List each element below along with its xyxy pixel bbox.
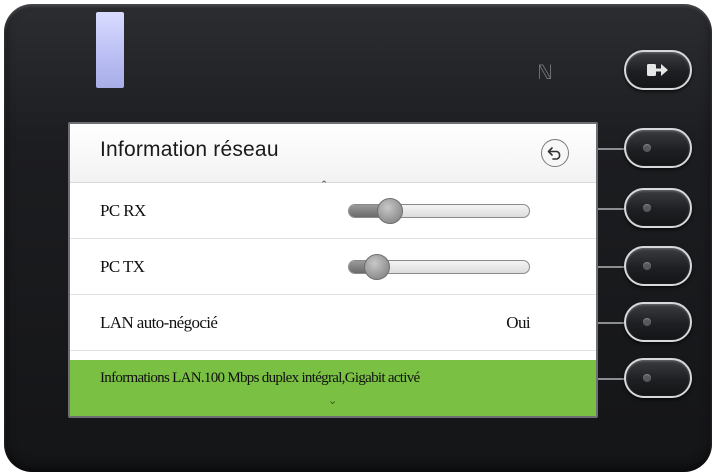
phone-device: ℕ Information réseau ˆ PC RX PC TX LAN a… bbox=[4, 4, 712, 472]
key-dot bbox=[643, 144, 651, 152]
slider-thumb[interactable] bbox=[377, 198, 403, 224]
soft-key-row-2[interactable] bbox=[624, 246, 692, 286]
soft-key-row-3[interactable] bbox=[624, 302, 692, 342]
key-dot bbox=[643, 374, 651, 382]
pc-rx-slider[interactable] bbox=[348, 198, 530, 224]
logout-icon bbox=[647, 64, 668, 76]
nfc-icon: ℕ bbox=[536, 60, 553, 84]
status-led bbox=[96, 12, 124, 88]
soft-key-back[interactable] bbox=[624, 128, 692, 168]
row-value: Oui bbox=[506, 313, 530, 332]
back-arrow-icon bbox=[547, 147, 561, 160]
list-item-pc-tx[interactable]: PC TX bbox=[70, 240, 596, 295]
info-text: Informations LAN.100 Mbps duplex intégra… bbox=[100, 370, 420, 386]
soft-key-row-4[interactable] bbox=[624, 358, 692, 398]
key-dot bbox=[643, 318, 651, 326]
key-dot bbox=[643, 262, 651, 270]
pc-tx-slider[interactable] bbox=[348, 254, 530, 280]
back-button[interactable] bbox=[541, 139, 569, 167]
row-label: PC TX bbox=[100, 257, 145, 276]
soft-key-row-1[interactable] bbox=[624, 188, 692, 228]
row-label: LAN auto-négocié bbox=[100, 313, 218, 332]
row-label: PC RX bbox=[100, 201, 146, 220]
logout-key[interactable] bbox=[624, 50, 692, 90]
screen-header: Information réseau bbox=[70, 124, 596, 183]
slider-thumb[interactable] bbox=[364, 254, 391, 280]
list-item-pc-rx[interactable]: PC RX bbox=[70, 184, 596, 239]
page-title: Information réseau bbox=[100, 138, 279, 161]
list-item-lan-info-selected[interactable]: Informations LAN.100 Mbps duplex intégra… bbox=[70, 360, 596, 416]
display-screen: Information réseau ˆ PC RX PC TX LAN aut… bbox=[68, 122, 598, 418]
key-dot bbox=[643, 204, 651, 212]
list-item-lan-auto[interactable]: LAN auto-négocié Oui bbox=[70, 296, 596, 351]
chevron-down-icon: ⌄ bbox=[328, 395, 338, 407]
